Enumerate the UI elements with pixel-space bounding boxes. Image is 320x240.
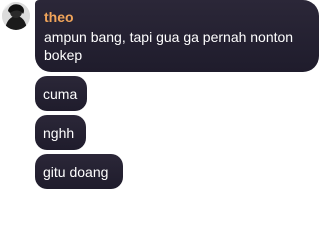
message-bubble: nghh (35, 115, 86, 150)
sender-name[interactable]: theo (44, 9, 309, 25)
sender-avatar[interactable] (2, 2, 30, 30)
message-text: cuma (43, 86, 78, 102)
message-text: nghh (43, 125, 75, 141)
message-bubble: theo ampun bang, tapi gua ga pernah nont… (35, 0, 319, 72)
message-text: ampun bang, tapi gua ga pernah nonton bo… (44, 29, 294, 63)
message-bubble: cuma (35, 76, 87, 111)
avatar-icon (2, 2, 30, 30)
message-text: gitu doang (43, 164, 109, 180)
message-bubble: gitu doang (35, 154, 123, 189)
